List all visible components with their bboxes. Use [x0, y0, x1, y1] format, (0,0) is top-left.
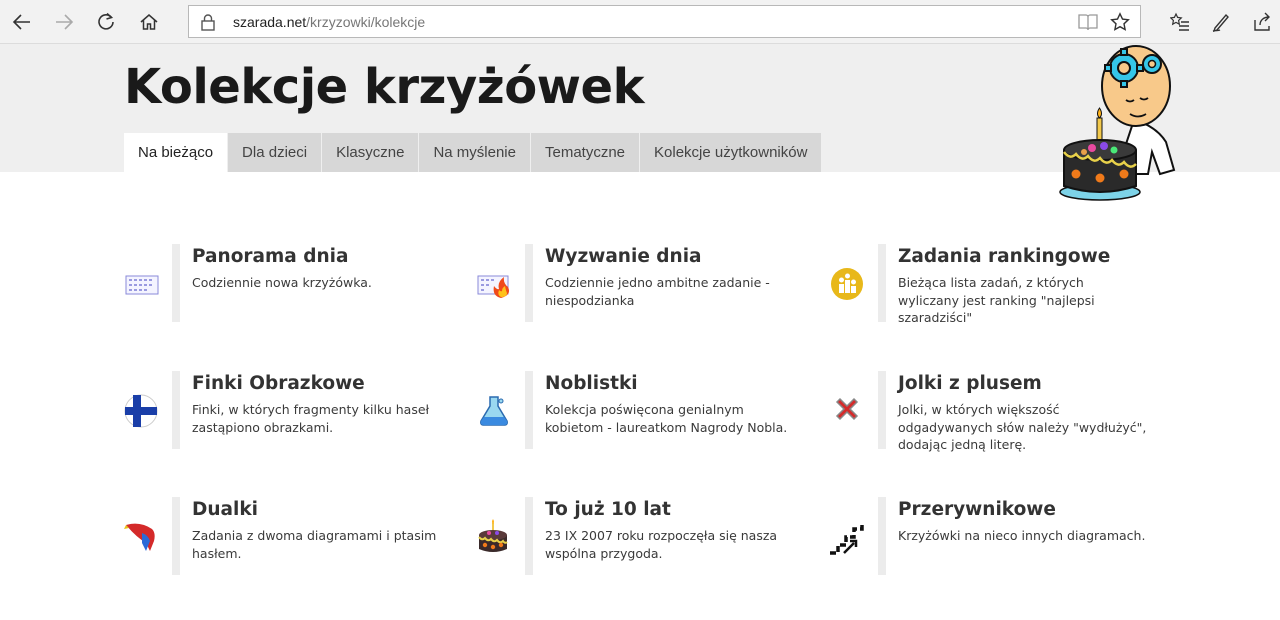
mascot-with-cake-illustration	[1059, 45, 1176, 201]
collection-item[interactable]: Zadania rankingowe Bieżąca lista zadań, …	[830, 244, 1160, 325]
address-bar[interactable]: szarada.net/krzyzowki/kolekcje	[188, 5, 1141, 38]
divider-bar	[172, 497, 180, 575]
collection-description: Bieżąca lista zadań, z których wyliczany…	[898, 275, 1095, 325]
collection-item[interactable]: Panorama dnia Codziennie nowa krzyżówka.	[124, 244, 454, 324]
collection-title[interactable]: Zadania rankingowe	[898, 246, 1110, 267]
refresh-icon[interactable]	[90, 6, 122, 38]
back-arrow-icon[interactable]	[6, 6, 38, 38]
tab-tematyczne[interactable]: Tematyczne	[530, 133, 641, 172]
favorite-star-icon[interactable]	[1110, 12, 1130, 32]
divider-bar	[878, 244, 886, 322]
reading-view-icon[interactable]	[1078, 13, 1098, 31]
collection-title[interactable]: Panorama dnia	[192, 246, 348, 267]
collection-title[interactable]: Dualki	[192, 499, 258, 520]
collection-tabs: Na bieżąco Dla dzieci Klasyczne Na myśle…	[124, 133, 823, 172]
divider-bar	[172, 244, 180, 322]
tab-na-biezaco[interactable]: Na bieżąco	[124, 133, 229, 172]
collection-item[interactable]: Dualki Zadania z dwoma diagramami i ptas…	[124, 497, 454, 577]
divider-bar	[172, 371, 180, 449]
collection-description: Codziennie nowa krzyżówka.	[192, 275, 372, 290]
divider-bar	[525, 497, 533, 575]
pen-notes-icon[interactable]	[1205, 6, 1237, 38]
tab-dla-dzieci[interactable]: Dla dzieci	[228, 133, 323, 172]
collection-item[interactable]: Finki Obrazkowe Finki, w których fragmen…	[124, 371, 454, 451]
calendar-fire-icon	[477, 275, 510, 298]
collection-title[interactable]: Przerywnikowe	[898, 499, 1056, 520]
favorites-list-icon[interactable]	[1164, 6, 1196, 38]
calendar-icon	[125, 275, 159, 295]
red-x-icon	[835, 397, 859, 421]
url-path: /krzyzowki/kolekcje	[306, 14, 426, 30]
collection-description: Krzyżówki na nieco innych diagramach.	[898, 528, 1146, 543]
collection-description: Kolekcja poświęcona genialnym kobietom -…	[545, 402, 788, 435]
stairs-icon	[830, 523, 864, 555]
collection-description: Finki, w których fragmenty kilku haseł z…	[192, 402, 430, 435]
forward-arrow-icon[interactable]	[48, 6, 80, 38]
finland-flag-icon	[124, 394, 158, 428]
collection-description: Codziennie jedno ambitne zadanie - niesp…	[545, 275, 770, 308]
collection-title[interactable]: Noblistki	[545, 373, 638, 394]
collection-description: 23 IX 2007 roku rozpoczęła się nasza wsp…	[545, 528, 778, 561]
url-text: szarada.net/krzyzowki/kolekcje	[233, 14, 425, 30]
collection-title[interactable]: Wyzwanie dnia	[545, 246, 702, 267]
share-icon[interactable]	[1246, 6, 1278, 38]
trophy-icon	[831, 268, 863, 300]
tab-na-myslenie[interactable]: Na myślenie	[419, 133, 531, 172]
collection-item[interactable]: Wyzwanie dnia Codziennie jedno ambitne z…	[477, 244, 807, 324]
collection-item[interactable]: To już 10 lat 23 IX 2007 roku rozpoczęła…	[477, 497, 807, 577]
collection-title[interactable]: To już 10 lat	[545, 499, 671, 520]
browser-toolbar: szarada.net/krzyzowki/kolekcje	[0, 0, 1280, 44]
collection-description: Zadania z dwoma diagramami i ptasim hasł…	[192, 528, 437, 561]
parrot-icon	[124, 523, 155, 551]
divider-bar	[878, 497, 886, 575]
page-title: Kolekcje krzyżówek	[124, 59, 644, 115]
tab-kolekcje-uzytkownikow[interactable]: Kolekcje użytkowników	[640, 133, 823, 172]
lock-icon	[201, 14, 215, 31]
collection-title[interactable]: Finki Obrazkowe	[192, 373, 365, 394]
collection-item[interactable]: Noblistki Kolekcja poświęcona genialnym …	[477, 371, 807, 451]
collection-item[interactable]: Przerywnikowe Krzyżówki na nieco innych …	[830, 497, 1160, 577]
cake-icon	[478, 519, 508, 552]
tab-klasyczne[interactable]: Klasyczne	[322, 133, 420, 172]
url-host: szarada.net	[233, 14, 307, 30]
flask-icon	[480, 396, 508, 426]
divider-bar	[878, 371, 886, 449]
collection-description: Jolki, w których większość odgadywanych …	[898, 402, 1147, 452]
divider-bar	[525, 371, 533, 449]
collection-title[interactable]: Jolki z plusem	[898, 373, 1042, 394]
home-icon[interactable]	[133, 6, 165, 38]
collection-item[interactable]: Jolki z plusem Jolki, w których większoś…	[830, 371, 1160, 452]
divider-bar	[525, 244, 533, 322]
